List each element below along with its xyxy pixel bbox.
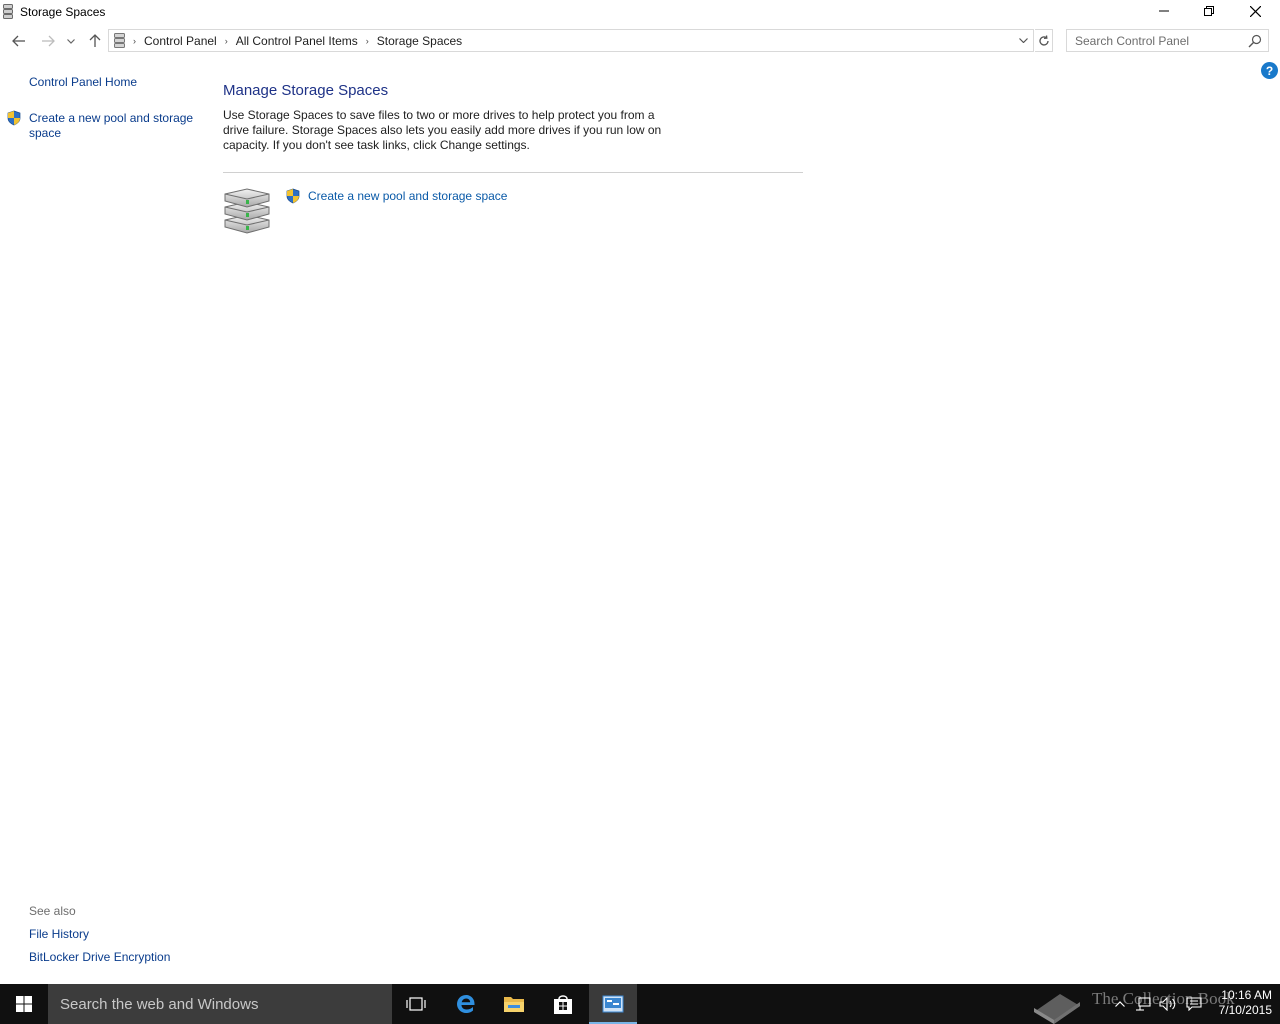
- windows-logo-icon: [16, 996, 32, 1012]
- forward-button[interactable]: [38, 31, 58, 51]
- close-button[interactable]: [1232, 0, 1278, 22]
- breadcrumb: › Control Panel › All Control Panel Item…: [133, 34, 462, 48]
- file-explorer-taskbar-button[interactable]: [490, 984, 538, 1024]
- clock-time: 10:16 AM: [1221, 988, 1272, 1002]
- uac-shield-icon: [285, 188, 301, 204]
- network-icon: [1136, 997, 1151, 1011]
- up-button[interactable]: [85, 31, 105, 51]
- address-bar[interactable]: › Control Panel › All Control Panel Item…: [108, 29, 1034, 52]
- bitlocker-link[interactable]: BitLocker Drive Encryption: [29, 950, 170, 964]
- search-icon[interactable]: [1248, 34, 1262, 48]
- clock-date: 7/10/2015: [1218, 1003, 1272, 1017]
- store-bag-icon: [554, 995, 572, 1014]
- edge-icon: [457, 995, 475, 1013]
- refresh-icon: [1038, 34, 1049, 46]
- address-history-dropdown[interactable]: [1016, 30, 1030, 50]
- page-description: Use Storage Spaces to save files to two …: [223, 108, 662, 152]
- file-history-link[interactable]: File History: [29, 927, 89, 941]
- arrow-right-icon: [42, 35, 55, 47]
- folder-icon: [504, 997, 524, 1012]
- arrow-left-icon: [12, 35, 25, 47]
- recent-locations-button[interactable]: [63, 31, 79, 51]
- speaker-icon: [1159, 997, 1176, 1011]
- task-view-icon: [406, 997, 426, 1011]
- message-icon: [1186, 997, 1202, 1011]
- help-button[interactable]: ?: [1261, 62, 1278, 79]
- breadcrumb-all-control-panel-items[interactable]: All Control Panel Items: [236, 34, 358, 48]
- breadcrumb-separator-icon[interactable]: ›: [366, 36, 369, 46]
- search-input[interactable]: [1075, 33, 1245, 49]
- chevron-down-icon: [1018, 37, 1028, 43]
- search-control-panel[interactable]: [1066, 29, 1269, 52]
- main-create-pool-link[interactable]: Create a new pool and storage space: [308, 189, 507, 203]
- store-taskbar-button[interactable]: [539, 984, 587, 1024]
- breadcrumb-separator-icon[interactable]: ›: [225, 36, 228, 46]
- title-bar: Storage Spaces: [0, 0, 1280, 24]
- storage-spaces-app-icon: [3, 4, 13, 19]
- window-title: Storage Spaces: [20, 5, 106, 19]
- taskbar-search-box[interactable]: Search the web and Windows: [48, 984, 392, 1024]
- breadcrumb-separator-icon[interactable]: ›: [133, 36, 136, 46]
- start-button[interactable]: [0, 984, 48, 1024]
- divider: [223, 172, 803, 173]
- volume-tray-button[interactable]: [1157, 984, 1179, 1024]
- book-watermark-icon: [1034, 994, 1080, 1024]
- taskbar-search-placeholder: Search the web and Windows: [60, 996, 259, 1013]
- network-tray-button[interactable]: [1133, 984, 1153, 1024]
- storage-spaces-icon: [114, 33, 125, 48]
- minimize-icon: [1159, 10, 1169, 12]
- task-view-button[interactable]: [392, 984, 440, 1024]
- refresh-button[interactable]: [1035, 29, 1053, 52]
- taskbar: Search the web and Windows The Collectio…: [0, 984, 1280, 1024]
- minimize-button[interactable]: [1141, 0, 1187, 22]
- edge-taskbar-button[interactable]: [442, 984, 490, 1024]
- taskbar-clock[interactable]: 10:16 AM 7/10/2015: [1208, 988, 1272, 1018]
- restore-button[interactable]: [1186, 0, 1232, 22]
- action-center-button[interactable]: [1183, 984, 1205, 1024]
- breadcrumb-control-panel[interactable]: Control Panel: [144, 34, 217, 48]
- close-icon: [1249, 5, 1261, 17]
- see-also-heading: See also: [29, 904, 76, 918]
- chevron-up-icon: [1115, 1001, 1125, 1007]
- create-pool-link[interactable]: Create a new pool and storage space: [29, 111, 199, 141]
- uac-shield-icon: [6, 110, 22, 126]
- control-panel-taskbar-button[interactable]: [589, 984, 637, 1024]
- page-title: Manage Storage Spaces: [223, 82, 389, 99]
- back-button[interactable]: [9, 31, 29, 51]
- control-panel-icon: [602, 995, 624, 1013]
- control-panel-home-link[interactable]: Control Panel Home: [29, 75, 137, 89]
- storage-drives-icon: [222, 186, 272, 236]
- show-hidden-icons-button[interactable]: [1110, 984, 1130, 1024]
- restore-icon: [1204, 6, 1214, 16]
- arrow-up-icon: [89, 34, 101, 47]
- chevron-down-icon: [67, 38, 75, 44]
- breadcrumb-storage-spaces[interactable]: Storage Spaces: [377, 34, 462, 48]
